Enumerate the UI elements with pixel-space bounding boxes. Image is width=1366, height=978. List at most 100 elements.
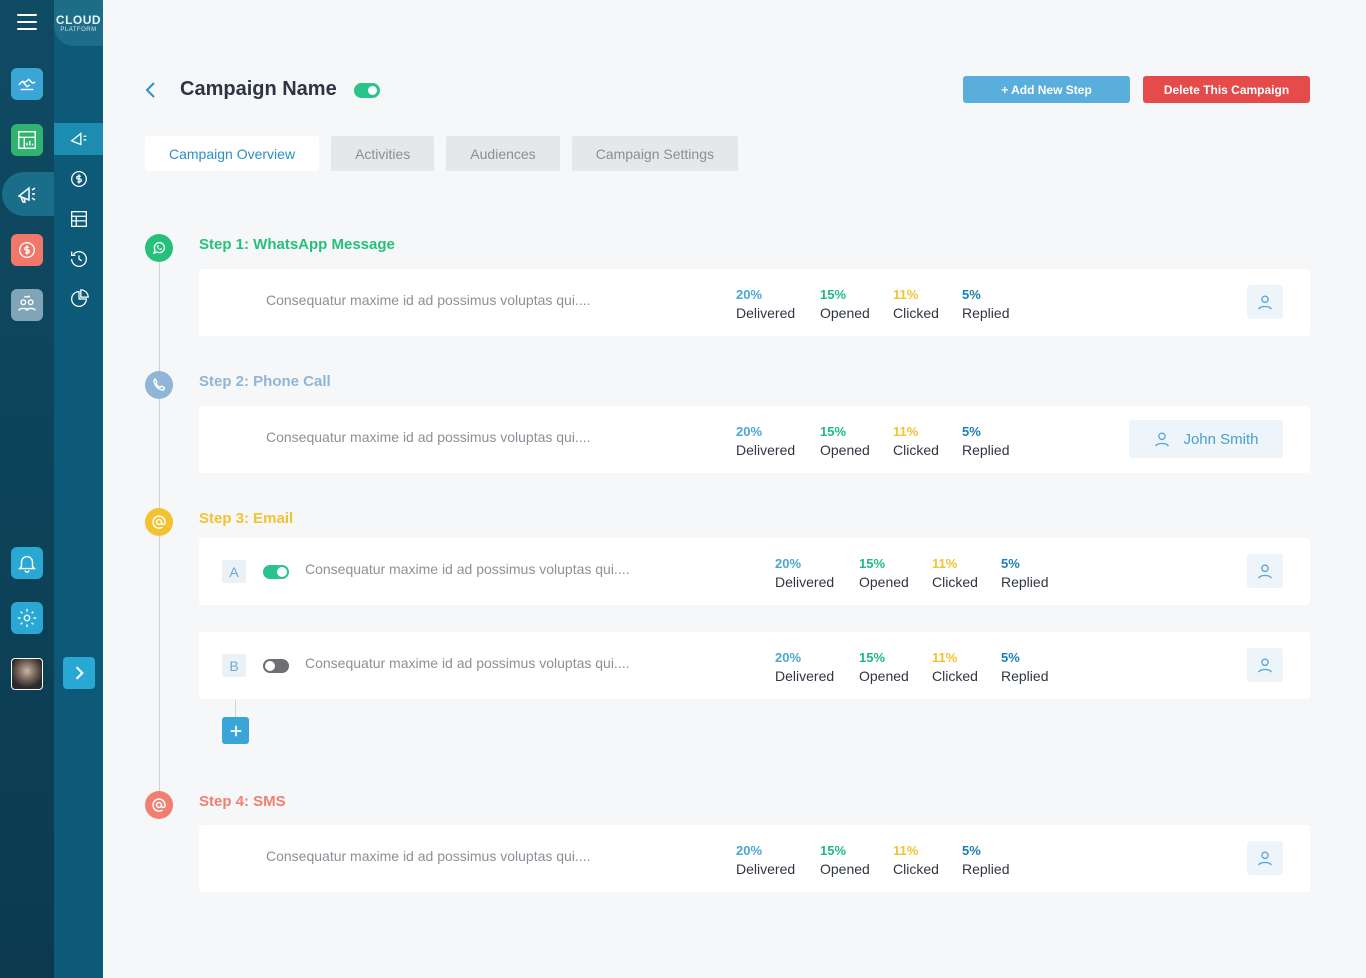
opened-label: Opened xyxy=(820,442,870,458)
user-icon xyxy=(1258,658,1272,673)
step-2-description: Consequatur maxime id ad possimus volupt… xyxy=(266,429,591,445)
assigned-user-button[interactable]: John Smith xyxy=(1129,420,1283,458)
phone-icon xyxy=(145,371,173,399)
sidebar-item-table[interactable] xyxy=(54,203,103,235)
delivered-label: Delivered xyxy=(736,442,796,458)
step-1-card[interactable]: Consequatur maxime id ad possimus volupt… xyxy=(199,269,1310,336)
assign-user-button[interactable] xyxy=(1247,841,1283,875)
handshake-icon[interactable] xyxy=(11,68,43,100)
clicked-label: Clicked xyxy=(932,668,978,684)
delivered-stat: 20% Delivered xyxy=(736,285,795,323)
settings-gear-icon[interactable] xyxy=(11,602,43,634)
clicked-pct: 11% xyxy=(932,650,958,665)
brand-logo: CLOUD PLATFORM xyxy=(54,0,103,46)
opened-pct: 15% xyxy=(820,287,847,302)
sidebar-item-history[interactable] xyxy=(54,243,103,275)
sidebar-item-finance[interactable] xyxy=(54,163,103,195)
megaphone-nav-active[interactable] xyxy=(2,172,54,216)
clicked-label: Clicked xyxy=(893,305,939,321)
delivered-label: Delivered xyxy=(775,668,835,684)
primary-nav-rail xyxy=(0,0,54,978)
secondary-sidebar: CLOUD PLATFORM xyxy=(54,0,103,978)
expand-sidebar-button[interactable] xyxy=(63,657,95,689)
add-new-step-button[interactable]: + Add New Step xyxy=(963,76,1130,103)
replied-label: Replied xyxy=(962,861,1010,877)
add-variant-connector xyxy=(235,700,236,717)
step-3-variant-a-card[interactable]: A Consequatur maxime id ad possimus volu… xyxy=(199,538,1310,605)
opened-label: Opened xyxy=(859,668,909,684)
tab-campaign-settings[interactable]: Campaign Settings xyxy=(571,136,738,171)
add-variant-button[interactable] xyxy=(222,717,249,744)
tab-audiences[interactable]: Audiences xyxy=(446,136,560,171)
clicked-stat: 11% Clicked xyxy=(893,841,939,879)
delivered-pct: 20% xyxy=(775,556,802,571)
plus-icon xyxy=(230,725,241,736)
dashboard-chart-icon[interactable] xyxy=(11,124,43,156)
delivered-stat: 20% Delivered xyxy=(736,841,795,879)
opened-label: Opened xyxy=(859,574,909,590)
step-4-card[interactable]: Consequatur maxime id ad possimus volupt… xyxy=(199,825,1310,892)
sidebar-item-reports[interactable] xyxy=(54,283,103,315)
opened-pct: 15% xyxy=(820,843,847,858)
menu-icon[interactable] xyxy=(17,14,37,30)
replied-pct: 5% xyxy=(962,287,981,302)
replied-pct: 5% xyxy=(1001,650,1020,665)
variant-b-description: Consequatur maxime id ad possimus volupt… xyxy=(305,655,630,671)
replied-stat: 5% Replied xyxy=(962,841,1009,879)
step-3-variant-b-card[interactable]: B Consequatur maxime id ad possimus volu… xyxy=(199,632,1310,699)
variant-a-toggle[interactable] xyxy=(263,565,289,579)
user-icon xyxy=(1258,851,1272,866)
dollar-refresh-icon[interactable] xyxy=(11,234,43,266)
step-1-description: Consequatur maxime id ad possimus volupt… xyxy=(266,292,591,308)
at-sign-icon xyxy=(145,791,173,819)
clicked-label: Clicked xyxy=(932,574,978,590)
opened-label: Opened xyxy=(820,305,870,321)
assign-user-button[interactable] xyxy=(1247,648,1283,682)
delivered-pct: 20% xyxy=(736,843,763,858)
variant-b-toggle[interactable] xyxy=(263,659,289,673)
clicked-label: Clicked xyxy=(893,442,939,458)
dollar-circle-icon xyxy=(70,171,87,187)
opened-stat: 15% Opened xyxy=(859,648,909,686)
campaign-active-toggle[interactable] xyxy=(354,83,380,98)
clicked-pct: 11% xyxy=(932,556,958,571)
delivered-stat: 20% Delivered xyxy=(775,648,834,686)
pie-chart-icon xyxy=(70,289,89,307)
assign-user-button[interactable] xyxy=(1247,554,1283,588)
step-4-description: Consequatur maxime id ad possimus volupt… xyxy=(266,848,591,864)
megaphone-icon xyxy=(17,186,36,203)
variant-b-badge: B xyxy=(222,654,246,677)
page-title: Campaign Name xyxy=(180,78,337,100)
table-icon xyxy=(70,211,87,227)
variant-a-badge: A xyxy=(222,560,246,583)
bell-icon[interactable] xyxy=(11,547,43,579)
replied-label: Replied xyxy=(1001,668,1049,684)
clicked-pct: 11% xyxy=(893,424,919,439)
assign-user-button[interactable] xyxy=(1247,285,1283,319)
brand-logo-line1: CLOUD xyxy=(55,13,102,27)
back-arrow-icon[interactable] xyxy=(143,80,159,100)
user-icon xyxy=(1258,564,1272,579)
opened-stat: 15% Opened xyxy=(859,554,909,592)
assignee-name: John Smith xyxy=(1183,430,1259,448)
user-avatar[interactable] xyxy=(11,658,43,690)
user-icon xyxy=(1258,295,1272,310)
clicked-pct: 11% xyxy=(893,287,919,302)
clicked-stat: 11% Clicked xyxy=(932,554,978,592)
people-exchange-icon[interactable] xyxy=(11,289,43,321)
sidebar-item-campaigns[interactable] xyxy=(54,123,103,155)
opened-stat: 15% Opened xyxy=(820,841,870,879)
tab-activities[interactable]: Activities xyxy=(331,136,435,171)
whatsapp-icon xyxy=(145,234,173,262)
step-2-card[interactable]: Consequatur maxime id ad possimus volupt… xyxy=(199,406,1310,473)
opened-stat: 15% Opened xyxy=(820,285,870,323)
delivered-pct: 20% xyxy=(775,650,802,665)
opened-pct: 15% xyxy=(820,424,847,439)
delivered-stat: 20% Delivered xyxy=(775,554,834,592)
at-sign-icon xyxy=(145,508,173,536)
tab-campaign-overview[interactable]: Campaign Overview xyxy=(145,136,320,171)
delete-campaign-button[interactable]: Delete This Campaign xyxy=(1143,76,1310,103)
replied-label: Replied xyxy=(962,442,1010,458)
replied-pct: 5% xyxy=(1001,556,1020,571)
step-3-title: Step 3: Email xyxy=(199,510,294,527)
